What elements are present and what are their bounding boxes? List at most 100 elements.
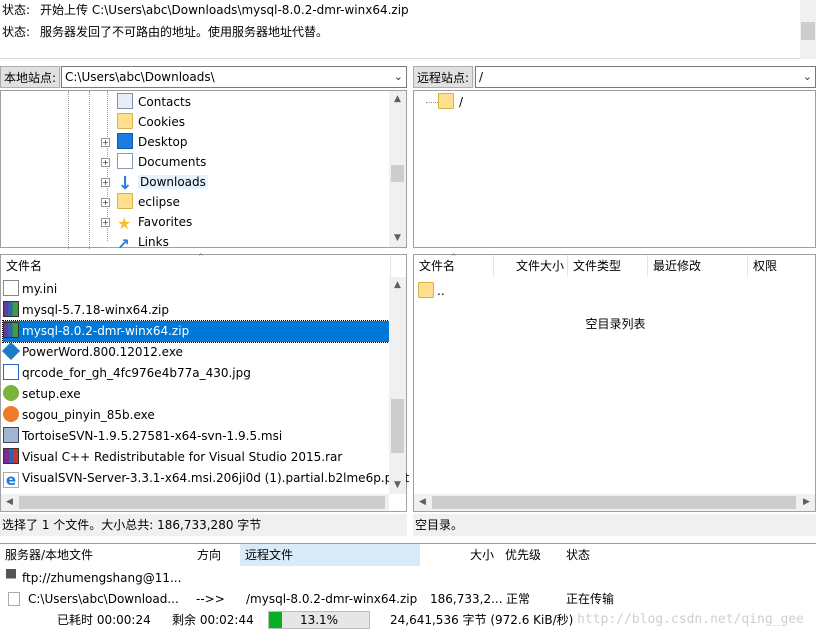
powerword-icon [1, 341, 21, 361]
chevron-down-icon[interactable]: ⌄ [394, 67, 403, 87]
queue-file-row[interactable]: C:\Users\abc\Download... [8, 589, 179, 609]
chevron-down-icon[interactable]: ⌄ [803, 67, 812, 87]
tree-item-label: Cookies [138, 115, 185, 129]
expand-icon[interactable]: + [101, 198, 110, 207]
tree-item-favorites[interactable]: + ★ Favorites [101, 212, 193, 233]
tree-item-documents[interactable]: + Documents [101, 152, 206, 172]
local-path-combo[interactable]: C:\Users\abc\Downloads\ ⌄ [61, 66, 407, 88]
tree-item-links[interactable]: ↗ Links [117, 232, 169, 252]
expand-icon[interactable]: + [101, 158, 110, 167]
file-row[interactable]: qrcode_for_gh_4fc976e4b77a_430.jpg [3, 363, 251, 384]
contacts-icon [117, 93, 133, 109]
remaining-time: 剩余 00:02:44 [172, 613, 254, 627]
scroll-left-icon[interactable]: ◀ [414, 494, 431, 511]
remote-status: 空目录。 [413, 514, 816, 536]
file-row[interactable]: mysql-8.0.2-dmr-winx64.zip [2, 320, 390, 343]
scroll-up-icon[interactable]: ▲ [389, 91, 406, 108]
column-header-filename[interactable]: 文件名 [1, 255, 391, 277]
file-row[interactable]: setup.exe [3, 384, 81, 405]
queue-size: 186,733,2... [430, 592, 503, 606]
file-name: PowerWord.800.12012.exe [22, 345, 183, 359]
file-row[interactable]: Visual C++ Redistributable for Visual St… [3, 447, 342, 468]
log-row: 状态: 开始上传 C:\Users\abc\Downloads\mysql-8.0… [2, 0, 409, 20]
file-row[interactable]: mysql-5.7.18-winx64.zip [3, 300, 169, 321]
queue-header-server[interactable]: 服务器/本地文件 [0, 544, 180, 566]
remote-tree-root[interactable]: / [438, 92, 463, 112]
queue-header-direction[interactable]: 方向 [192, 544, 240, 566]
local-site-bar: 本地站点: C:\Users\abc\Downloads\ ⌄ [0, 66, 407, 88]
column-header-type[interactable]: 文件类型 [568, 255, 648, 277]
scroll-right-icon[interactable]: ▶ [798, 494, 815, 511]
local-path-value: C:\Users\abc\Downloads\ [65, 70, 215, 84]
tree-item-eclipse[interactable]: + eclipse [101, 192, 180, 212]
file-name: setup.exe [22, 387, 81, 401]
message-log: 状态: 开始上传 C:\Users\abc\Downloads\mysql-8.0… [0, 0, 816, 59]
scroll-up-icon[interactable]: ▲ [389, 277, 406, 294]
log-label: 状态: [2, 25, 31, 39]
ini-file-icon [3, 280, 19, 296]
remote-path-combo[interactable]: / ⌄ [475, 66, 816, 88]
tree-item-downloads[interactable]: + ↓ Downloads [101, 172, 208, 193]
links-icon: ↗ [117, 235, 130, 253]
parent-directory-row[interactable]: .. [418, 281, 445, 302]
remote-site-label: 远程站点: [413, 66, 474, 88]
tree-item-desktop[interactable]: + Desktop [101, 132, 188, 152]
scroll-down-icon[interactable]: ▼ [389, 477, 406, 494]
file-name: qrcode_for_gh_4fc976e4b77a_430.jpg [22, 366, 251, 380]
file-name: Visual C++ Redistributable for Visual St… [22, 450, 343, 464]
file-row[interactable]: e VisualSVN-Server-3.3.1-x64.msi.206ji0d … [3, 468, 409, 489]
local-tree: Contacts Cookies + Desktop + Documents + ↓ Downl… [0, 90, 407, 252]
transferred-bytes: 24,641,536 字节 (972.6 KiB/秒) [390, 613, 574, 627]
folder-icon [117, 193, 133, 209]
file-row[interactable]: sogou_pinyin_85b.exe [3, 405, 155, 426]
favorites-icon: ★ [117, 214, 132, 233]
expand-icon[interactable]: + [101, 138, 110, 147]
sort-indicator-icon: ⌃ [197, 253, 205, 263]
tree-item-label: Favorites [138, 215, 193, 229]
file-name: mysql-5.7.18-winx64.zip [22, 303, 170, 317]
tree-item-label: Links [138, 235, 169, 249]
queue-header-status[interactable]: 状态 [561, 544, 641, 566]
file-row[interactable]: PowerWord.800.12012.exe [1, 341, 183, 363]
column-header-size[interactable]: 文件大小 [494, 255, 568, 277]
log-text: 开始上传 C:\Users\abc\Downloads\mysql-8.0.2-… [40, 3, 409, 17]
column-header-modified[interactable]: 最近修改 [648, 255, 748, 277]
file-row[interactable]: my.ini [3, 279, 57, 300]
file-name: mysql-8.0.2-dmr-winx64.zip [22, 324, 190, 338]
local-status: 选择了 1 个文件。大小总共: 186,733,280 字节 [0, 514, 407, 536]
scroll-left-icon[interactable]: ◀ [1, 494, 18, 511]
local-list-hscroll[interactable]: ◀ [1, 494, 389, 511]
tree-item-label: Desktop [138, 135, 188, 149]
remote-list-hscroll[interactable]: ◀ ▶ [414, 494, 815, 511]
file-row[interactable]: TortoiseSVN-1.9.5.27581-x64-svn-1.9.5.ms… [3, 426, 282, 447]
queue-header-priority[interactable]: 优先级 [500, 544, 560, 566]
rar-file-icon [3, 448, 19, 464]
tree-item-label: Contacts [138, 95, 191, 109]
msi-file-icon [3, 427, 19, 443]
column-header-permissions[interactable]: 权限 [748, 255, 816, 277]
folder-icon [418, 282, 434, 298]
queue-header-remote[interactable]: 远程文件 [240, 544, 420, 566]
tree-item-contacts[interactable]: Contacts [117, 92, 191, 112]
remote-path-value: / [479, 70, 484, 84]
setup-icon [3, 385, 19, 401]
log-scrollbar[interactable] [800, 0, 816, 59]
queue-server-row[interactable]: ftp://zhumengshang@11... [6, 568, 181, 588]
local-tree-scrollbar[interactable]: ▲ ▼ [389, 91, 406, 247]
queue-header-size[interactable]: 大小 [465, 544, 497, 566]
zip-file-icon [3, 322, 19, 338]
transfer-progress-bar: 13.1% [268, 611, 370, 629]
queue-remote-file: /mysql-8.0.2-dmr-winx64.zip [246, 592, 418, 606]
queue-status: 正在传输 [566, 592, 615, 606]
local-list-vscroll[interactable]: ▲ ▼ [389, 277, 406, 494]
file-icon [8, 592, 20, 606]
expand-icon[interactable]: + [101, 178, 110, 187]
zip-file-icon [3, 301, 19, 317]
tree-item-label: Downloads [138, 175, 208, 189]
documents-icon [117, 153, 133, 169]
expand-icon[interactable]: + [101, 218, 110, 227]
tree-item-cookies[interactable]: Cookies [117, 112, 185, 132]
file-name: sogou_pinyin_85b.exe [22, 408, 155, 422]
file-name: VisualSVN-Server-3.3.1-x64.msi.206ji0d (… [22, 471, 410, 485]
scroll-down-icon[interactable]: ▼ [389, 230, 406, 247]
